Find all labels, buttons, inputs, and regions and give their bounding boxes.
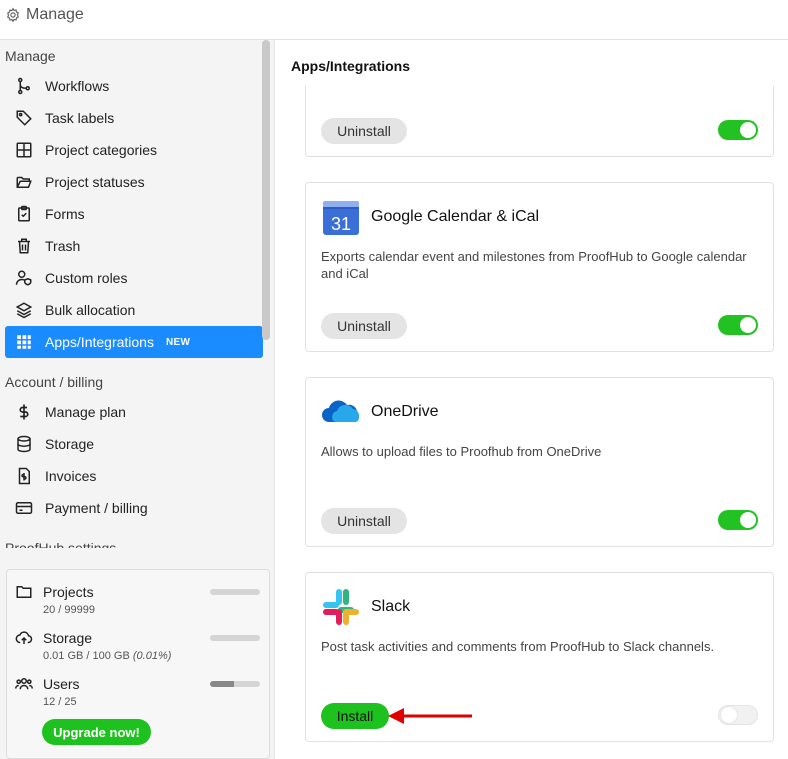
section-title-billing: Account / billing	[5, 374, 104, 390]
uninstall-button[interactable]: Uninstall	[321, 313, 407, 339]
user-shield-icon	[13, 269, 35, 287]
integration-toggle[interactable]	[718, 315, 758, 335]
usage-projects: Projects 20 / 99999	[15, 583, 265, 623]
sidebar-item-label: Invoices	[45, 468, 97, 484]
usage-storage: Storage 0.01 GB / 100 GB (0.01%)	[15, 629, 265, 669]
invoice-icon	[13, 467, 35, 485]
page-title: Manage	[26, 6, 84, 23]
sidebar-item-task-labels[interactable]: Task labels	[5, 102, 263, 134]
usage-value: 0.01 GB / 100 GB (0.01%)	[43, 650, 172, 662]
sidebar-item-label: Apps/Integrations	[45, 334, 154, 350]
annotation-arrow-icon	[388, 708, 472, 724]
onedrive-icon	[322, 400, 360, 422]
sidebar-item-manage-plan[interactable]: Manage plan	[5, 396, 263, 428]
usage-bar	[210, 589, 260, 595]
apps-icon	[13, 333, 35, 351]
database-icon	[13, 435, 35, 453]
integration-toggle[interactable]	[718, 705, 758, 725]
usage-bar	[210, 635, 260, 641]
grid-icon	[13, 141, 35, 159]
new-badge: NEW	[165, 336, 191, 348]
folder-open-icon	[13, 173, 35, 191]
integration-toggle[interactable]	[718, 510, 758, 530]
sidebar-item-label: Bulk allocation	[45, 302, 136, 318]
usage-label: Projects	[43, 584, 94, 600]
gear-icon	[6, 7, 20, 23]
sidebar-item-custom-roles[interactable]: Custom roles	[5, 262, 263, 294]
integration-description: Post task activities and comments from P…	[321, 639, 715, 654]
sidebar-item-payment-billing[interactable]: Payment / billing	[5, 492, 263, 524]
sidebar-item-label: Trash	[45, 238, 81, 254]
integration-name: Slack	[371, 598, 411, 615]
sidebar-item-apps-integrations[interactable]: Apps/Integrations NEW	[5, 326, 263, 358]
main-title: Apps/Integrations	[291, 58, 411, 74]
usage-bar	[210, 681, 260, 687]
google-calendar-icon: 31	[323, 201, 359, 235]
sidebar-item-label: Project statuses	[45, 174, 145, 190]
sidebar-item-project-categories[interactable]: Project categories	[5, 134, 263, 166]
clipboard-icon	[13, 205, 35, 223]
trash-icon	[13, 237, 35, 255]
usage-label: Users	[43, 676, 80, 692]
integration-card: Uninstall	[305, 86, 774, 157]
uninstall-button[interactable]: Uninstall	[321, 508, 407, 534]
integration-toggle[interactable]	[718, 120, 758, 140]
sidebar-item-label: Workflows	[45, 78, 110, 94]
dollar-icon	[13, 403, 35, 421]
cloud-upload-icon	[15, 631, 33, 644]
sidebar-scrollbar[interactable]	[262, 40, 270, 340]
sidebar-item-label: Storage	[45, 436, 95, 452]
folder-icon	[16, 586, 32, 598]
sidebar-item-workflows[interactable]: Workflows	[5, 70, 263, 102]
usage-card: Projects 20 / 99999 Storage 0.01 GB / 10…	[6, 569, 270, 759]
sidebar-item-storage[interactable]: Storage	[5, 428, 263, 460]
workflow-icon	[13, 77, 35, 95]
slack-icon	[323, 589, 359, 625]
svg-text:31: 31	[331, 214, 351, 234]
integration-description: Allows to upload files to Proofhub from …	[321, 444, 602, 459]
integration-card-google-calendar: 31 Google Calendar & iCal Exports calend…	[305, 182, 774, 352]
sidebar-item-label: Manage plan	[45, 404, 126, 420]
usage-label: Storage	[43, 630, 93, 646]
sidebar-item-label: Forms	[45, 206, 85, 222]
section-title-settings: ProofHub settings	[5, 540, 117, 548]
uninstall-button[interactable]: Uninstall	[321, 118, 407, 144]
sidebar-item-trash[interactable]: Trash	[5, 230, 263, 262]
integration-description: Exports calendar event and milestones fr…	[321, 249, 747, 281]
credit-card-icon	[13, 499, 35, 517]
section-title-manage: Manage	[5, 48, 56, 64]
sidebar-item-invoices[interactable]: Invoices	[5, 460, 263, 492]
tag-icon	[13, 109, 35, 127]
sidebar-item-label: Project categories	[45, 142, 158, 158]
users-icon	[15, 678, 33, 690]
sidebar: Manage Workflows Task labels Project cat…	[0, 40, 275, 759]
sidebar-item-label: Task labels	[45, 110, 115, 126]
usage-value: 20 / 99999	[43, 604, 95, 616]
sidebar-item-bulk-allocation[interactable]: Bulk allocation	[5, 294, 263, 326]
usage-users: Users 12 / 25	[15, 675, 265, 715]
usage-value: 12 / 25	[43, 696, 77, 708]
top-bar: Manage	[0, 0, 788, 40]
install-button[interactable]: Install	[321, 703, 389, 729]
upgrade-button[interactable]: Upgrade now!	[42, 719, 151, 745]
integration-card-slack: Slack Post task activities and comments …	[305, 572, 774, 742]
sidebar-item-label: Custom roles	[45, 270, 128, 286]
sidebar-nav: Manage Workflows Task labels Project cat…	[0, 40, 275, 548]
sidebar-item-label: Payment / billing	[45, 500, 148, 516]
sidebar-item-project-statuses[interactable]: Project statuses	[5, 166, 263, 198]
layers-icon	[13, 301, 35, 319]
integration-name: Google Calendar & iCal	[371, 208, 540, 225]
integration-card-onedrive: OneDrive Allows to upload files to Proof…	[305, 377, 774, 547]
sidebar-item-forms[interactable]: Forms	[5, 198, 263, 230]
integration-name: OneDrive	[371, 403, 439, 420]
